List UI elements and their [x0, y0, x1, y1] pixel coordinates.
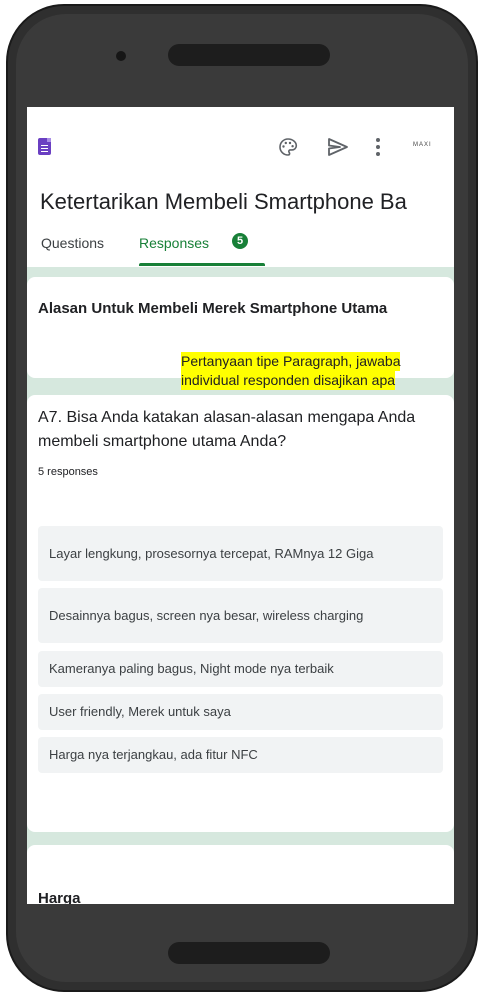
annotation-line-2: individual responden disajikan apa	[181, 371, 396, 390]
active-tab-indicator	[139, 263, 265, 266]
answer-item: Desainnya bagus, screen nya besar, wirel…	[38, 588, 443, 643]
response-count-badge: 5	[232, 233, 248, 249]
brand-logo[interactable]: MAXI	[413, 142, 443, 154]
question-card: A7. Bisa Anda katakan alasan-alasan meng…	[27, 395, 454, 832]
phone-screen: MAXI Ketertarikan Membeli Smartphone Ba …	[27, 107, 454, 904]
home-button[interactable]	[168, 942, 330, 964]
answer-item: User friendly, Merek untuk saya	[38, 694, 443, 730]
answer-text: Desainnya bagus, screen nya besar, wirel…	[49, 607, 364, 623]
section-title: Alasan Untuk Membeli Merek Smartphone Ut…	[38, 300, 388, 317]
answer-item: Harga nya terjangkau, ada fitur NFC	[38, 737, 443, 773]
more-vert-icon[interactable]	[375, 137, 381, 157]
annotation-callout: Pertanyaan tipe Paragraph, jawaba indivi…	[181, 352, 483, 390]
next-section-title: Harga	[38, 890, 81, 904]
palette-icon[interactable]	[278, 137, 298, 157]
answer-text: User friendly, Merek untuk saya	[49, 704, 231, 719]
response-count: 5 responses	[38, 466, 98, 478]
app-header: MAXI Ketertarikan Membeli Smartphone Ba …	[27, 107, 454, 267]
send-icon[interactable]	[327, 137, 349, 157]
answer-item: Layar lengkung, prosesornya tercepat, RA…	[38, 526, 443, 581]
tab-questions[interactable]: Questions	[41, 235, 104, 251]
forms-icon[interactable]	[38, 138, 51, 155]
answer-text: Harga nya terjangkau, ada fitur NFC	[49, 747, 258, 762]
answer-text: Layar lengkung, prosesornya tercepat, RA…	[49, 545, 374, 561]
front-camera	[116, 51, 126, 61]
annotation-line-1: Pertanyaan tipe Paragraph, jawaba	[181, 352, 401, 371]
question-title: A7. Bisa Anda katakan alasan-alasan meng…	[38, 409, 416, 450]
answer-text: Kameranya paling bagus, Night mode nya t…	[49, 661, 334, 676]
speaker-grille	[168, 44, 330, 66]
form-title: Ketertarikan Membeli Smartphone Ba	[40, 189, 407, 214]
tab-responses[interactable]: Responses	[139, 235, 209, 251]
answer-item: Kameranya paling bagus, Night mode nya t…	[38, 651, 443, 687]
next-section-card: Harga	[27, 845, 454, 904]
